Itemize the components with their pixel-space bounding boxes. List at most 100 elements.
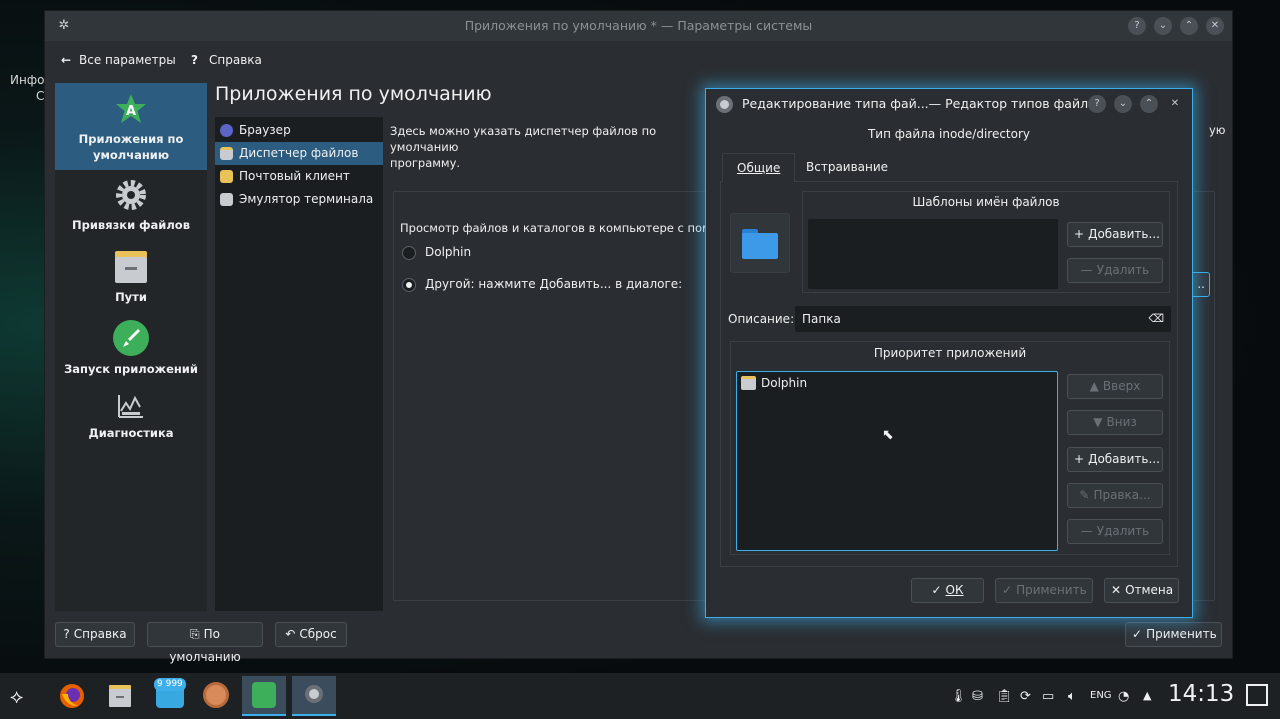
star-a-icon: A (116, 94, 146, 123)
wrench-icon (252, 682, 276, 708)
ok-button[interactable]: ✓ ОК (911, 578, 984, 603)
close-icon[interactable]: ✕ (1206, 17, 1224, 35)
file-type-editor-dialog: Редактирование типа фай...— Редактор тип… (705, 88, 1193, 618)
check-icon: ✓ (1002, 583, 1013, 597)
terminal-icon (220, 193, 233, 206)
list-item[interactable]: Dolphin (739, 374, 807, 392)
cancel-button[interactable]: ✕ Отмена (1104, 578, 1179, 603)
remove-app-button[interactable]: — Удалить (1067, 519, 1163, 544)
list-item-browser[interactable]: Браузер (215, 119, 383, 142)
update-icon[interactable]: ⟳ (1020, 689, 1031, 704)
plus-icon: + (1074, 227, 1085, 241)
radio-other[interactable] (402, 278, 416, 292)
taskbar-system-settings[interactable] (292, 676, 336, 716)
add-pattern-button[interactable]: + Добавить... (1067, 222, 1163, 247)
help-bottom-button[interactable]: ? Справка (55, 622, 135, 647)
sidebar-item-default-apps[interactable]: A Приложения по умолчанию (55, 83, 207, 170)
sidebar-item-autostart[interactable]: Запуск приложений (55, 319, 207, 385)
description-text: Здесь можно указать диспетчер файлов по … (390, 124, 657, 170)
network-drive-icon[interactable]: ⛁ (972, 689, 983, 704)
help-icon[interactable]: ? (1088, 95, 1106, 113)
desktop-text: Инфо С (10, 73, 45, 103)
mail-icon (220, 170, 233, 183)
maximize-icon[interactable]: ⌃ (1180, 17, 1198, 35)
check-icon: ✓ (1132, 627, 1143, 641)
app-gear-icon (716, 96, 733, 113)
move-down-button[interactable]: ▼ Вниз (1067, 410, 1163, 435)
sidebar-item-paths[interactable]: Пути (55, 249, 207, 315)
reset-button[interactable]: ↶ Сброс (275, 622, 347, 647)
settings-gear-icon (305, 685, 323, 703)
question-icon: ? (63, 627, 70, 641)
thermometer-icon[interactable]: 🌡︎ (950, 689, 967, 704)
tray-expand-icon[interactable]: ▲ (1143, 689, 1151, 702)
taskbar-app-orange[interactable] (194, 676, 238, 716)
minimize-icon[interactable]: ⌄ (1114, 95, 1132, 113)
keyboard-layout[interactable]: ENG (1090, 690, 1112, 701)
minus-icon: — (1080, 524, 1093, 538)
radio-dolphin[interactable] (402, 246, 416, 260)
tab-general[interactable]: Общие (722, 153, 796, 182)
edit-app-button[interactable]: ✎ Правка... (1067, 483, 1163, 508)
titlebar: ✲ Приложения по умолчанию * — Параметры … (45, 11, 1232, 41)
all-settings-button[interactable]: ← Все параметры (61, 49, 176, 71)
wifi-icon[interactable]: ◔ (1118, 689, 1129, 704)
move-up-button[interactable]: ▲ Вверх (1067, 374, 1163, 399)
show-desktop-icon[interactable] (1246, 684, 1268, 706)
help-button[interactable]: ? Справка (191, 49, 262, 71)
page-title: Приложения по умолчанию (215, 83, 492, 105)
back-arrow-icon: ← (61, 53, 72, 67)
tab-embedding[interactable]: Встраивание (792, 153, 902, 182)
battery-icon[interactable]: ▭ (1042, 689, 1054, 704)
rocket-icon (113, 320, 149, 356)
dialog-title: Редактирование типа фай...— Редактор тип… (742, 96, 1104, 111)
close-icon[interactable]: ✕ (1166, 95, 1184, 113)
plus-icon: + (1074, 452, 1085, 466)
taskbar-telegram[interactable]: 9 999 (146, 676, 190, 716)
question-icon: ? (191, 53, 198, 67)
browser-icon (220, 124, 233, 137)
arrow-up-icon: ▲ (1089, 379, 1099, 393)
type-icon-button[interactable] (730, 213, 790, 273)
category-sidebar: A Приложения по умолчанию Привязки файло… (55, 83, 207, 611)
firefox-icon (60, 684, 84, 708)
taskbar-discover[interactable] (242, 676, 286, 716)
taskbar-dolphin[interactable] (98, 676, 142, 716)
list-item-terminal[interactable]: Эмулятор терминала (215, 188, 383, 211)
clipboard-icon[interactable]: 📋︎ (996, 689, 1013, 704)
sidebar-item-diagnostics[interactable]: Диагностика (55, 391, 207, 457)
arrow-down-icon: ▼ (1093, 415, 1103, 429)
dolphin-icon (741, 376, 756, 390)
description-label: Описание: (728, 312, 795, 326)
mouse-cursor-icon: ⬉ (882, 427, 894, 443)
radio-other-label: Другой: нажмите Добавить... в диалоге: (425, 277, 683, 291)
clock[interactable]: 14:13 (1168, 681, 1234, 707)
dialog-apply-button[interactable]: ✓ Применить (995, 578, 1093, 603)
diagnostics-icon (118, 395, 143, 418)
taskbar-firefox[interactable] (50, 676, 94, 716)
defaults-button[interactable]: ⎘ По умолчанию (147, 622, 263, 664)
folder-icon (115, 251, 147, 283)
list-item-file-manager[interactable]: Диспетчер файлов (215, 142, 383, 165)
app-priority-list[interactable]: Dolphin ⬉ (736, 371, 1058, 551)
add-app-button[interactable]: + Добавить... (1067, 447, 1163, 472)
defaults-icon: ⎘ (190, 627, 200, 641)
volume-icon[interactable]: 🔈︎ (1068, 689, 1076, 704)
file-type-label: Тип файла inode/directory (867, 127, 1031, 141)
unread-badge: 9 999 (154, 678, 186, 691)
description-field[interactable]: Папка ⌫ (795, 306, 1171, 332)
maximize-icon[interactable]: ⌃ (1140, 95, 1158, 113)
svg-text:A: A (126, 104, 136, 119)
app-orange-icon (203, 682, 229, 708)
pencil-icon: ✎ (1079, 488, 1090, 502)
help-icon[interactable]: ? (1128, 17, 1146, 35)
app-launcher-icon[interactable]: ⟡ (10, 684, 23, 708)
minimize-icon[interactable]: ⌄ (1154, 17, 1172, 35)
remove-pattern-button[interactable]: — Удалить (1067, 258, 1163, 283)
list-item-mail-client[interactable]: Почтовый клиент (215, 165, 383, 188)
patterns-list[interactable] (808, 219, 1058, 289)
clear-field-icon[interactable]: ⌫ (1148, 307, 1164, 331)
sidebar-item-file-associations[interactable]: Привязки файлов (55, 177, 207, 243)
apply-button[interactable]: ✓ Применить (1125, 622, 1222, 647)
app-type-list: Браузер Диспетчер файлов Почтовый клиент… (215, 117, 383, 611)
